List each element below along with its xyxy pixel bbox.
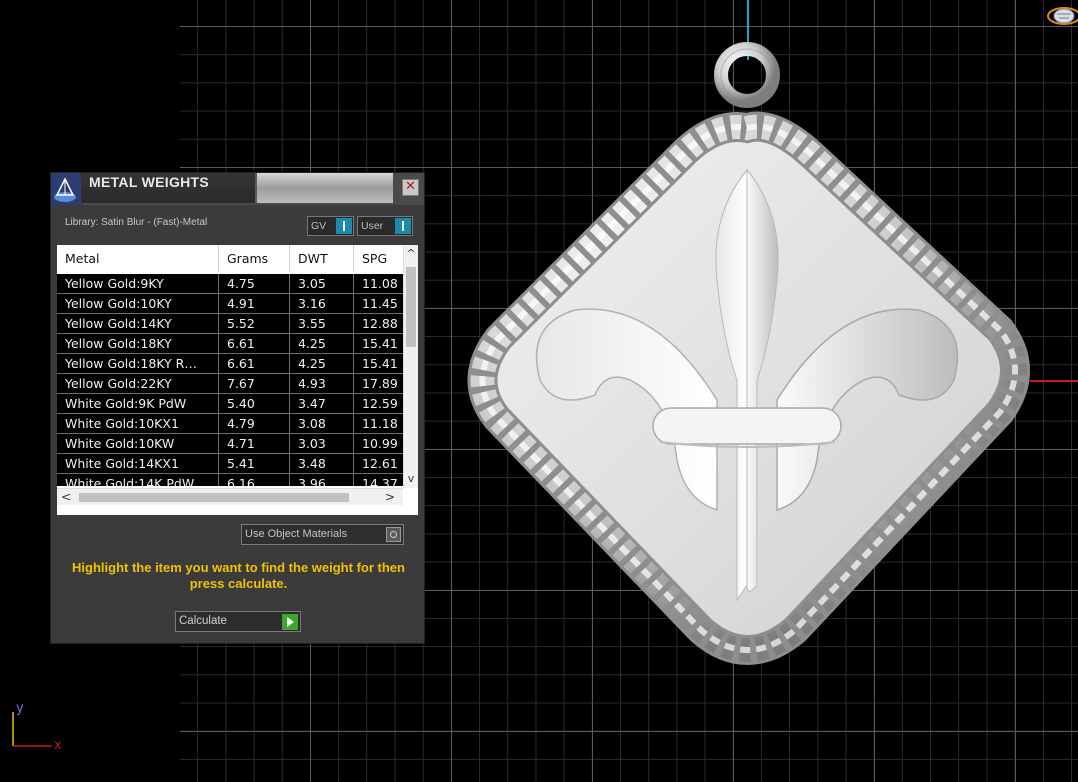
cell-metal: White Gold:14KX1 [57, 454, 219, 473]
scroll-left-arrow-icon[interactable]: < [59, 489, 73, 506]
metal-table[interactable]: Metal Grams DWT SPG Yellow Gold:9KY 4.75… [57, 245, 418, 515]
cell-dwt: 4.93 [290, 374, 354, 393]
axis-x-label: x [54, 738, 62, 753]
cell-grams: 4.71 [219, 434, 290, 453]
column-header-dwt[interactable]: DWT [290, 245, 354, 272]
gv-toggle-label: GV [311, 220, 327, 232]
column-header-grams[interactable]: Grams [219, 245, 290, 272]
view-gizmo-icon[interactable] [1042, 4, 1078, 28]
cell-metal: Yellow Gold:10KY [57, 294, 219, 313]
use-object-materials-toggle[interactable]: Use Object Materials [241, 524, 404, 545]
table-body: Yellow Gold:9KY 4.75 3.05 11.08 Yellow G… [57, 274, 403, 486]
horizontal-scroll-thumb[interactable] [79, 493, 349, 502]
use-object-materials-label: Use Object Materials [245, 528, 348, 540]
table-row[interactable]: White Gold:14KX1 5.41 3.48 12.61 [57, 454, 403, 474]
cell-dwt: 4.25 [290, 334, 354, 353]
library-label: Library: Satin Blur - (Fast)-Metal [65, 217, 208, 228]
scroll-down-arrow-icon[interactable]: v [404, 470, 418, 488]
cell-dwt: 3.48 [290, 454, 354, 473]
cell-metal: White Gold:9K PdW [57, 394, 219, 413]
cell-spg: 15.41 [362, 336, 398, 351]
cell-spg: 11.08 [362, 276, 398, 291]
cell-metal: Yellow Gold:9KY [57, 274, 219, 293]
table-row[interactable]: Yellow Gold:10KY 4.91 3.16 11.45 [57, 294, 403, 314]
table-row[interactable]: Yellow Gold:22KY 7.67 4.93 17.89 [57, 374, 403, 394]
cell-dwt: 3.47 [290, 394, 354, 413]
cell-metal: White Gold:10KX1 [57, 414, 219, 433]
column-header-metal[interactable]: Metal [57, 245, 219, 272]
table-row[interactable]: White Gold:10KX1 4.79 3.08 11.18 [57, 414, 403, 434]
cell-spg: 14.37 [362, 476, 398, 486]
cell-dwt: 3.03 [290, 434, 354, 453]
cell-dwt: 3.55 [290, 314, 354, 333]
cell-spg: 11.45 [362, 296, 398, 311]
cell-spg: 17.89 [362, 376, 398, 391]
table-row[interactable]: White Gold:9K PdW 5.40 3.47 12.59 [57, 394, 403, 414]
horizontal-scrollbar[interactable]: < > [57, 488, 403, 505]
table-row[interactable]: White Gold:10KW 4.71 3.03 10.99 [57, 434, 403, 454]
cell-grams: 5.41 [219, 454, 290, 473]
column-header-spg[interactable]: SPG [354, 245, 403, 272]
scroll-up-arrow-icon[interactable]: ^ [404, 245, 418, 263]
panel-titlebar[interactable]: METAL WEIGHTS ✕ [51, 173, 424, 205]
cell-spg: 11.18 [362, 416, 398, 431]
cell-grams: 4.91 [219, 294, 290, 313]
cell-spg: 15.41 [362, 356, 398, 371]
cell-grams: 4.75 [219, 274, 290, 293]
cell-dwt: 4.25 [290, 354, 354, 373]
cell-grams: 4.79 [219, 414, 290, 433]
table-row[interactable]: Yellow Gold:18KY 6.61 4.25 15.41 [57, 334, 403, 354]
play-arrow-icon[interactable] [282, 614, 298, 630]
cell-grams: 6.61 [219, 334, 290, 353]
instruction-text: Highlight the item you want to find the … [72, 560, 405, 591]
calculate-label: Calculate [179, 615, 227, 627]
gv-toggle-switch[interactable] [336, 218, 352, 234]
cell-grams: 7.67 [219, 374, 290, 393]
cell-dwt: 3.96 [290, 474, 354, 486]
table-row[interactable]: Yellow Gold:14KY 5.52 3.55 12.88 [57, 314, 403, 334]
table-row[interactable]: White Gold:14K PdW 6.16 3.96 14.37 [57, 474, 403, 486]
use-object-materials-checkbox[interactable] [386, 527, 401, 542]
cell-metal: Yellow Gold:22KY [57, 374, 219, 393]
axis-y-label: y [16, 701, 24, 716]
user-toggle-label: User [361, 220, 384, 232]
cell-spg: 12.88 [362, 316, 398, 331]
cell-metal: White Gold:14K PdW [57, 474, 219, 486]
title-strip [257, 173, 393, 203]
vertical-scrollbar[interactable]: ^ v [403, 245, 418, 488]
table-header: Metal Grams DWT SPG [57, 245, 403, 272]
cell-grams: 6.61 [219, 354, 290, 373]
cell-dwt: 3.05 [290, 274, 354, 293]
calculate-button[interactable]: Calculate [175, 611, 301, 632]
axis-indicator: y x [12, 701, 62, 753]
cell-dwt: 3.08 [290, 414, 354, 433]
cell-spg: 12.59 [362, 396, 398, 411]
vertical-scroll-thumb[interactable] [406, 267, 416, 347]
cell-metal: Yellow Gold:14KY [57, 314, 219, 333]
pendant-model[interactable] [455, 40, 1045, 670]
cell-metal: Yellow Gold:18KY [57, 334, 219, 353]
cell-metal: Yellow Gold:18KY R… [57, 354, 219, 373]
close-button[interactable]: ✕ [402, 179, 419, 196]
table-row[interactable]: Yellow Gold:9KY 4.75 3.05 11.08 [57, 274, 403, 294]
cell-grams: 6.16 [219, 474, 290, 486]
user-toggle-switch[interactable] [395, 218, 411, 234]
cell-spg: 12.61 [362, 456, 398, 471]
cell-dwt: 3.16 [290, 294, 354, 313]
panel-title: METAL WEIGHTS [89, 174, 210, 190]
cell-grams: 5.52 [219, 314, 290, 333]
cell-metal: White Gold:10KW [57, 434, 219, 453]
table-row[interactable]: Yellow Gold:18KY R… 6.61 4.25 15.41 [57, 354, 403, 374]
gv-toggle[interactable]: GV [307, 216, 354, 236]
user-toggle[interactable]: User [357, 216, 413, 236]
cell-grams: 5.40 [219, 394, 290, 413]
panel-title-tab[interactable]: METAL WEIGHTS [81, 173, 257, 203]
cell-spg: 10.99 [362, 436, 398, 451]
metal-weights-panel: METAL WEIGHTS ✕ Library: Satin Blur - (F… [50, 172, 425, 644]
matrix-logo-icon [51, 173, 83, 205]
scroll-right-arrow-icon[interactable]: > [383, 489, 397, 506]
